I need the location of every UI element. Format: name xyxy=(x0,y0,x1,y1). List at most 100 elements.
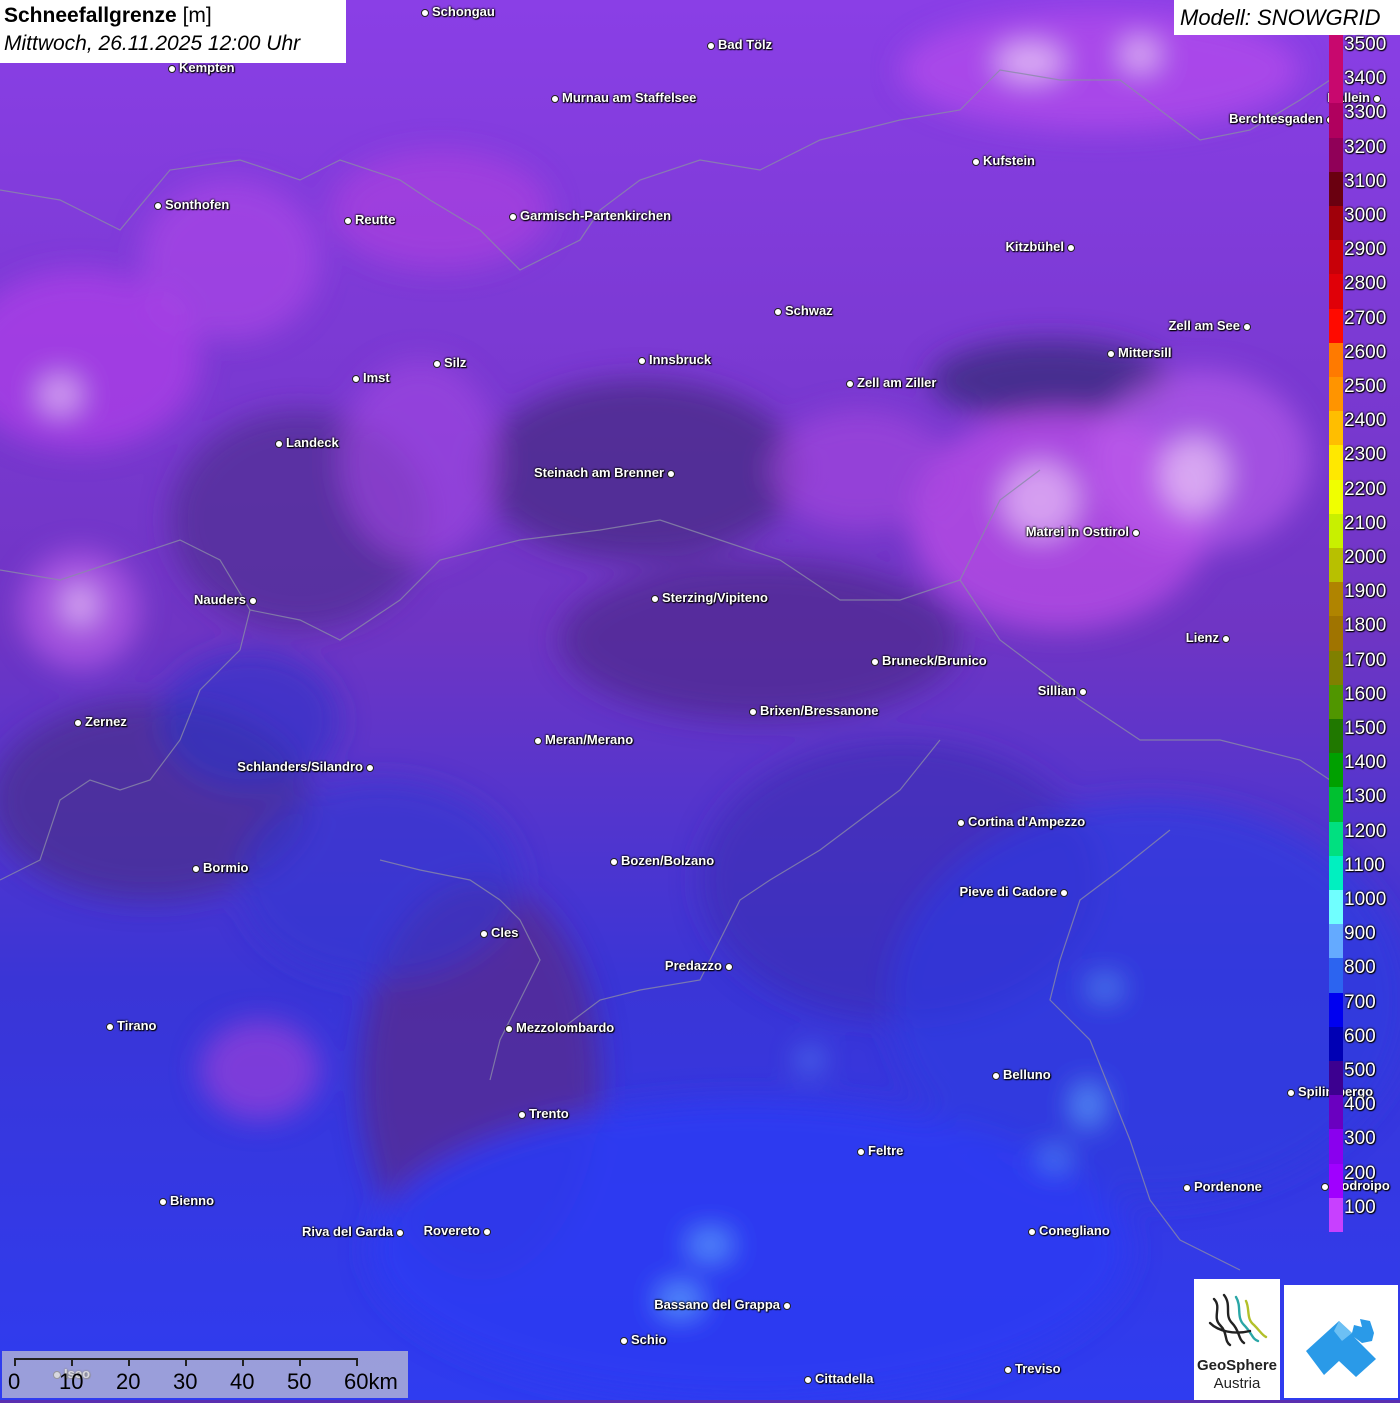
legend-color-segment xyxy=(1329,1129,1343,1165)
scale-label: 50 xyxy=(287,1369,312,1394)
legend-color-segment xyxy=(1329,821,1343,857)
city-dot-icon xyxy=(1004,1366,1012,1374)
legend-label: 2000 xyxy=(1344,547,1387,568)
city-name: Lienz xyxy=(1185,630,1219,645)
city-dot-icon xyxy=(74,719,82,727)
geosphere-name: GeoSphere xyxy=(1196,1357,1278,1374)
legend-label: 1500 xyxy=(1344,718,1387,739)
snow-app-logo[interactable] xyxy=(1284,1285,1398,1398)
legend-color-segment xyxy=(1329,240,1343,275)
city-dot-icon xyxy=(1060,889,1068,897)
mountain-snow-icon xyxy=(1306,1319,1376,1377)
city-dot-icon xyxy=(804,1376,812,1384)
legend-label: 3000 xyxy=(1344,205,1387,226)
city-name: Zernez xyxy=(85,714,127,729)
scale-tick xyxy=(242,1358,244,1366)
legend-color-segment xyxy=(1329,582,1343,617)
geosphere-sub: Austria xyxy=(1213,1375,1261,1392)
legend-label: 1000 xyxy=(1344,889,1387,910)
city-name: Mezzolombardo xyxy=(516,1020,615,1035)
legend-label: 2300 xyxy=(1344,444,1387,466)
legend-label: 1100 xyxy=(1344,854,1385,876)
city-dot-icon xyxy=(783,1302,791,1310)
city-name: Treviso xyxy=(1015,1361,1061,1376)
city-name: Brixen/Bressanone xyxy=(760,703,879,718)
legend-label: 2100 xyxy=(1344,512,1387,534)
legend-label: 2200 xyxy=(1344,478,1387,500)
city-name: Feltre xyxy=(868,1143,904,1158)
city-name: Rovereto xyxy=(423,1223,480,1238)
city-name: Bassano del Grappa xyxy=(654,1297,780,1312)
city-name: Nauders xyxy=(193,592,246,607)
legend-color-segment xyxy=(1329,924,1343,959)
legend-label: 700 xyxy=(1344,991,1376,1013)
city-dot-icon xyxy=(344,217,352,225)
city-name: Sillian xyxy=(1037,683,1076,698)
city-name: Tirano xyxy=(117,1018,157,1033)
legend-label: 1200 xyxy=(1344,820,1387,842)
geosphere-emblem-icon xyxy=(1208,1293,1268,1347)
legend-label: 2700 xyxy=(1344,307,1387,329)
city-name: Bormio xyxy=(203,860,249,875)
legend-label: 1900 xyxy=(1344,581,1387,603)
city-name: Silz xyxy=(444,355,467,370)
city-dot-icon xyxy=(992,1072,1000,1080)
city-dot-icon xyxy=(774,308,782,316)
geosphere-austria-logo[interactable]: GeoSphere Austria xyxy=(1194,1279,1280,1400)
legend-color-segment xyxy=(1329,548,1343,583)
city-name: Schio xyxy=(631,1332,667,1347)
city-name: Matrei in Osttirol xyxy=(1025,524,1129,539)
city-name: Riva del Garda xyxy=(301,1224,393,1239)
scale-tick xyxy=(299,1358,301,1366)
city-dot-icon xyxy=(1243,323,1251,331)
legend-color-segment xyxy=(1329,377,1343,412)
legend-color-segment xyxy=(1329,1061,1343,1096)
city-dot-icon xyxy=(1287,1089,1295,1097)
city-name: Murnau am Staffelsee xyxy=(562,90,697,105)
scale-label: 10 xyxy=(59,1369,84,1394)
legend-color-segment xyxy=(1329,992,1343,1028)
legend-label: 300 xyxy=(1344,1128,1376,1150)
legend-label: 1700 xyxy=(1344,649,1387,671)
city-dot-icon xyxy=(509,213,517,221)
city-dot-icon xyxy=(249,597,257,605)
city-dot-icon xyxy=(749,708,757,716)
city-name: Sonthofen xyxy=(165,197,230,212)
city-dot-icon xyxy=(1028,1228,1036,1236)
legend-color-segment xyxy=(1329,753,1343,788)
city-dot-icon xyxy=(1183,1184,1191,1192)
city-name: Zell am See xyxy=(1168,318,1240,333)
legend-label: 3400 xyxy=(1344,68,1387,90)
legend-label: 400 xyxy=(1344,1094,1376,1116)
city-name: Meran/Merano xyxy=(545,732,634,747)
city-dot-icon xyxy=(857,1148,865,1156)
model-label: Modell: SNOWGRID xyxy=(1180,5,1381,30)
legend-color-segment xyxy=(1329,513,1343,549)
city-dot-icon xyxy=(483,1228,491,1236)
city-dot-icon xyxy=(620,1337,628,1345)
city-name: Landeck xyxy=(286,435,339,450)
city-dot-icon xyxy=(972,158,980,166)
city-name: Pieve di Cadore xyxy=(959,884,1057,899)
city-name: Innsbruck xyxy=(649,352,712,367)
city-name: Steinach am Brenner xyxy=(533,465,664,480)
city-name: Garmisch-Partenkirchen xyxy=(520,208,672,223)
city-dot-icon xyxy=(480,930,488,938)
legend-label: 1800 xyxy=(1344,615,1387,637)
legend-color-segment xyxy=(1329,719,1343,754)
city-dot-icon xyxy=(707,42,715,50)
city-name: Trento xyxy=(529,1106,569,1121)
legend-label: 3300 xyxy=(1344,102,1387,124)
legend-color-segment xyxy=(1329,171,1343,207)
title-box: Schneefallgrenze [m] Mittwoch, 26.11.202… xyxy=(0,0,346,63)
city-dot-icon xyxy=(667,470,675,478)
legend-label: 600 xyxy=(1344,1025,1376,1047)
city-dot-icon xyxy=(168,65,176,73)
city-dot-icon xyxy=(1222,635,1230,643)
scale-label: 0 xyxy=(8,1369,21,1394)
city-name: Berchtesgaden xyxy=(1229,111,1323,126)
city-name: Sterzing/Vipiteno xyxy=(662,590,768,605)
city-dot-icon xyxy=(518,1111,526,1119)
city-name: Bienno xyxy=(170,1193,215,1208)
city-dot-icon xyxy=(1107,350,1115,358)
